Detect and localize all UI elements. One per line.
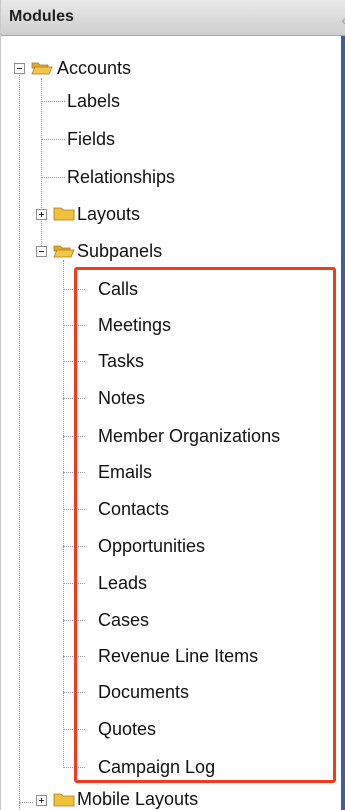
folder-open-icon [31,62,53,75]
tree-line [41,139,65,140]
expand-collapse-toggle-subpanels[interactable] [36,246,47,257]
folder-closed-icon [53,207,75,221]
folder-closed-icon [53,793,75,807]
tree-node-mobile-layouts[interactable]: Mobile Layouts [77,788,198,810]
folder-open-icon [53,245,75,258]
tree-node-layouts[interactable]: Layouts [77,203,140,225]
content-edge-scrollbar[interactable] [341,36,345,810]
panel-title: Modules [9,8,74,25]
expand-collapse-toggle-layouts[interactable] [36,209,47,220]
tree-node-relationships[interactable]: Relationships [67,166,175,188]
collapse-icon[interactable]: ‹ [341,12,345,28]
tree-node-labels[interactable]: Labels [67,90,120,112]
tree-line [41,78,42,256]
tree-line [41,177,65,178]
expand-collapse-toggle-mobile-layouts[interactable] [36,795,47,806]
modules-panel: Modules ‹ Accounts Labels Fields Relatio… [0,0,345,810]
highlight-annotation-box [74,267,336,783]
tree-node-subpanels[interactable]: Subpanels [77,240,162,262]
panel-header: Modules ‹ [1,0,345,36]
tree-line [19,802,33,803]
tree-node-fields[interactable]: Fields [67,128,115,150]
expand-collapse-toggle-accounts[interactable] [14,63,25,74]
tree-node-accounts[interactable]: Accounts [57,57,131,79]
tree-line [19,73,20,810]
tree-line [41,101,65,102]
